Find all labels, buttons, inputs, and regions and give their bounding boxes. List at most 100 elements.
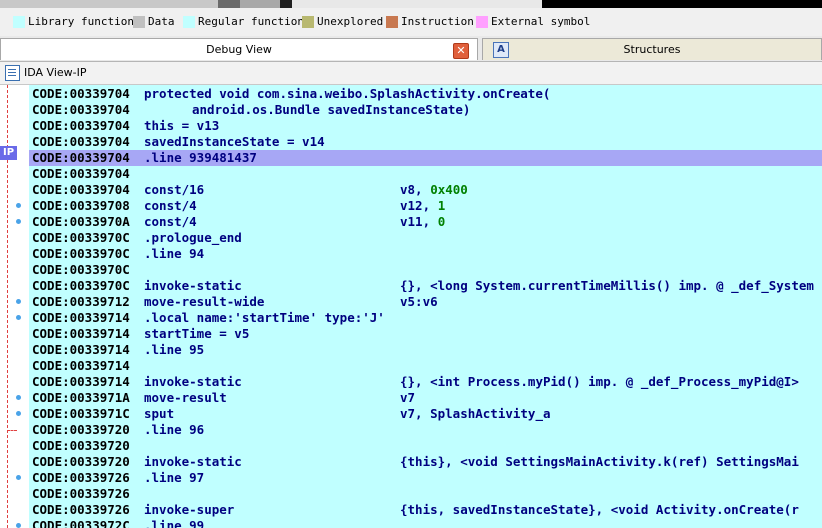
breakpoint-dot-icon[interactable] [16,475,21,480]
tab-debug-view[interactable]: Debug View ✕ [0,38,478,60]
code-line[interactable]: CODE:0033970C .line 94 [29,246,822,262]
operand-text: {this}, <void SettingsMainActivity.k(ref… [400,454,799,469]
line-address: CODE:00339714 [32,342,130,357]
instruction-text: .line 97 [144,470,205,485]
line-address: CODE:00339714 [32,358,130,373]
breakpoint-dot-icon[interactable] [16,315,21,320]
code-line[interactable]: CODE:00339714 .local name:'startTime' typ… [29,310,822,326]
operand-text: v7, SplashActivity_a [400,406,551,421]
line-address: CODE:00339714 [32,326,130,341]
instruction-text: android.os.Bundle savedInstanceState) [192,102,471,117]
code-line[interactable]: CODE:00339720 .line 96 [29,422,822,438]
legend-label: Library function [28,15,134,28]
code-line[interactable]: CODE:00339714 startTime = v5 [29,326,822,342]
code-line[interactable]: CODE:00339714 .line 95 [29,342,822,358]
breakpoint-dot-icon[interactable] [16,203,21,208]
line-address: CODE:00339704 [32,86,130,101]
code-line[interactable]: CODE:00339726 .line 97 [29,470,822,486]
instruction-text: savedInstanceState = v14 [144,134,325,149]
line-address: CODE:00339704 [32,102,130,117]
code-line[interactable]: CODE:00339704 .line 939481437 [29,150,822,166]
code-line[interactable]: CODE:0033970A const/4 v11, 0 [29,214,822,230]
view-title-bar: IDA View-IP [0,62,822,85]
tab-bar: Debug View ✕ A Structures [0,36,822,62]
line-address: CODE:00339714 [32,374,130,389]
line-address: CODE:00339712 [32,294,130,309]
tab-structures[interactable]: A Structures [482,38,822,60]
legend-label: Unexplored [317,15,384,28]
code-line[interactable]: CODE:0033970C invoke-static {}, <long Syst… [29,278,822,294]
instruction-text: const/4 [144,214,197,229]
code-line[interactable]: CODE:00339704 const/16 v8, 0x400 [29,182,822,198]
code-line[interactable]: CODE:00339720 invoke-static {this}, <void … [29,454,822,470]
operand-text: v8, [400,182,431,197]
operand-text: {}, <long System.currentTimeMillis() imp… [400,278,814,293]
instruction-text: move-result-wide [144,294,265,309]
breakpoint-dot-icon[interactable] [16,411,21,416]
instruction-text: .local name:'startTime' type:'J' [144,310,385,325]
line-address: CODE:0033970A [32,214,130,229]
structures-icon: A [493,42,509,58]
line-address: CODE:00339720 [32,438,130,453]
operand-text: v7 [400,390,416,405]
legend-swatch [386,16,398,28]
code-line[interactable]: CODE:0033970C [29,262,822,278]
line-address: CODE:00339704 [32,166,130,181]
line-address: CODE:0033971A [32,390,130,405]
legend-swatch [476,16,488,28]
navigation-band[interactable] [0,0,822,8]
instruction-text: .line 99 [144,518,205,528]
instruction-text: .prologue_end [144,230,242,245]
legend-label: Regular function [198,15,304,28]
code-line[interactable]: CODE:0033972C .line 99 [29,518,822,528]
code-line[interactable]: CODE:00339726 [29,486,822,502]
line-address: CODE:00339720 [32,422,130,437]
breakpoint-dot-icon[interactable] [16,523,21,528]
legend-swatch [133,16,145,28]
ip-marker: IP [0,146,17,160]
operand-text: v5:v6 [400,294,438,309]
code-line[interactable]: CODE:00339712 move-result-wide v5:v6 [29,294,822,310]
numeric-constant: 1 [437,198,446,213]
breakpoint-dot-icon[interactable] [16,219,21,224]
legend-label: Data [148,15,175,28]
instruction-text: this = v13 [144,118,220,133]
code-line[interactable]: CODE:00339714 invoke-static {}, <int Proce… [29,374,822,390]
instruction-text: startTime = v5 [144,326,250,341]
code-line[interactable]: CODE:00339720 [29,438,822,454]
instruction-text: .line 939481437 [144,150,257,165]
line-address: CODE:00339726 [32,486,130,501]
code-line[interactable]: CODE:00339704 android.os.Bundle savedInst… [29,102,822,118]
code-line[interactable]: CODE:00339704 this = v13 [29,118,822,134]
disassembly-view-icon [5,65,20,81]
code-line[interactable]: CODE:00339708 const/4 v12, 1 [29,198,822,214]
breakpoint-dot-icon[interactable] [16,395,21,400]
close-icon[interactable]: ✕ [453,43,469,59]
code-line[interactable]: CODE:00339726 invoke-super {this, savedIns… [29,502,822,518]
code-line[interactable]: CODE:00339704 [29,166,822,182]
code-line[interactable]: CODE:00339704 savedInstanceState = v14 [29,134,822,150]
line-address: CODE:0033970C [32,262,130,277]
code-line[interactable]: CODE:00339704 protected void com.sina.wei… [29,86,822,102]
instruction-text: .line 96 [144,422,205,437]
code-line[interactable]: CODE:0033971C sput v7, SplashActivity_a [29,406,822,422]
line-address: CODE:0033972C [32,518,130,528]
line-address: CODE:00339704 [32,118,130,133]
instruction-text: invoke-static [144,278,242,293]
disassembly-listing[interactable]: CODE:00339704 protected void com.sina.wei… [29,85,822,528]
code-line[interactable]: CODE:00339714 [29,358,822,374]
code-line[interactable]: CODE:0033971A move-result v7 [29,390,822,406]
tab-structures-label: Structures [623,43,681,56]
operand-text: v12, [400,198,438,213]
line-address: CODE:00339726 [32,502,130,517]
instruction-text: invoke-super [144,502,235,517]
legend-swatch [302,16,314,28]
jump-target-mark [7,430,17,431]
line-address: CODE:0033970C [32,278,130,293]
breakpoint-dot-icon[interactable] [16,299,21,304]
line-address: CODE:00339704 [32,150,130,165]
line-address: CODE:0033970C [32,246,130,261]
numeric-constant: 0 [437,214,446,229]
code-line[interactable]: CODE:0033970C .prologue_end [29,230,822,246]
instruction-text: .line 95 [144,342,205,357]
